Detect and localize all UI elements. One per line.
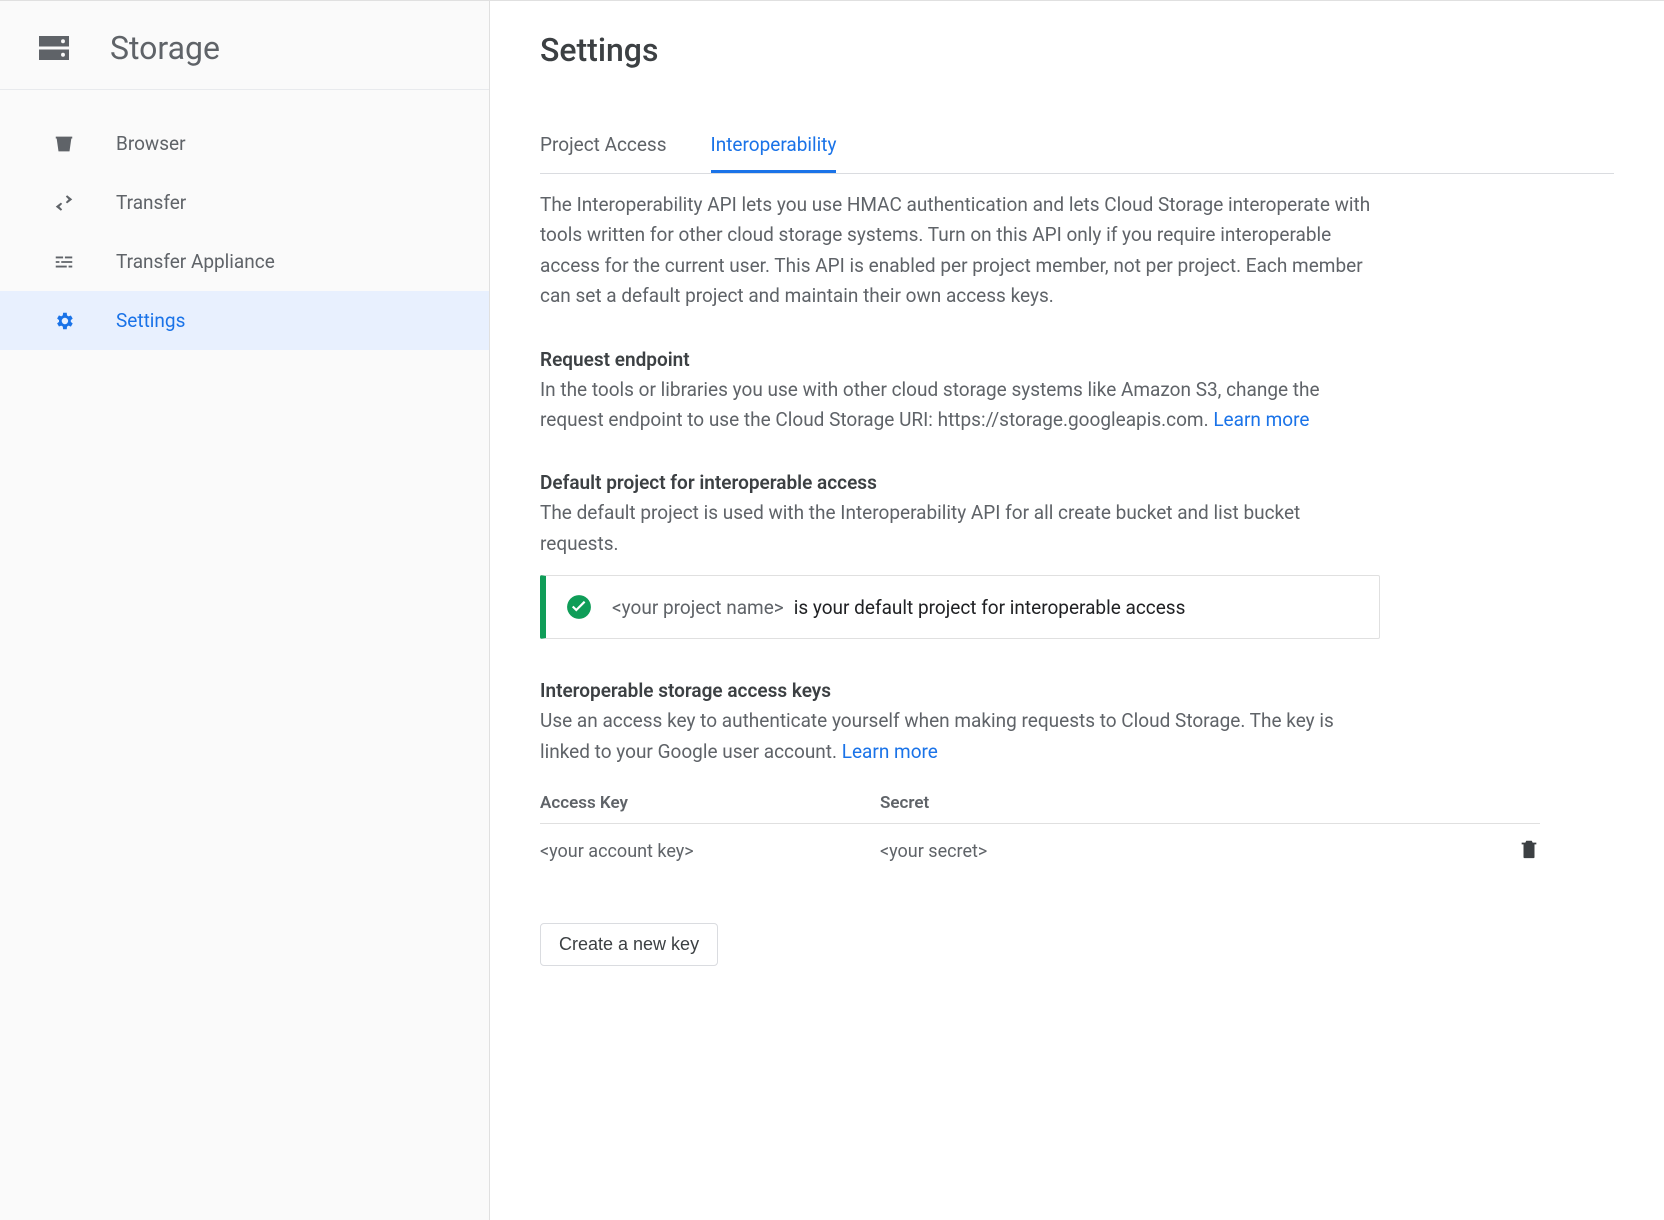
sliders-icon [50, 251, 78, 273]
column-actions [1490, 793, 1540, 813]
endpoint-learn-more-link[interactable]: Learn more [1213, 408, 1309, 431]
sidebar-item-label: Settings [116, 309, 459, 332]
info-message: is your default project for interoperabl… [794, 596, 1186, 619]
storage-icon [30, 30, 78, 66]
column-secret: Secret [880, 793, 1490, 813]
sidebar-header: Storage [0, 17, 489, 90]
sidebar: Storage Browser Transfer Transfer Applia… [0, 1, 490, 1220]
bucket-icon [50, 133, 78, 155]
sidebar-item-label: Transfer [116, 191, 459, 214]
check-circle-icon [566, 594, 592, 620]
endpoint-heading: Request endpoint [540, 348, 1614, 371]
create-key-button[interactable]: Create a new key [540, 923, 718, 966]
page-title: Settings [540, 31, 1614, 69]
default-project-body: The default project is used with the Int… [540, 498, 1380, 559]
sidebar-nav: Browser Transfer Transfer Appliance Sett… [0, 90, 489, 350]
cell-secret: <your secret> [880, 841, 1490, 862]
transfer-icon [50, 192, 78, 214]
gear-icon [50, 310, 78, 332]
access-keys-body: Use an access key to authenticate yourse… [540, 706, 1380, 767]
intro-text: The Interoperability API lets you use HM… [540, 190, 1380, 312]
endpoint-body-text: In the tools or libraries you use with o… [540, 378, 1320, 431]
delete-key-button[interactable] [1490, 838, 1540, 865]
default-project-info-box: <your project name> is your default proj… [540, 575, 1380, 639]
sidebar-item-label: Browser [116, 132, 459, 155]
table-header: Access Key Secret [540, 783, 1540, 824]
cell-access-key: <your account key> [540, 841, 880, 862]
sidebar-item-browser[interactable]: Browser [0, 114, 489, 173]
tab-interoperability[interactable]: Interoperability [711, 123, 837, 173]
trash-icon [1518, 838, 1540, 865]
table-row: <your account key> <your secret> [540, 824, 1540, 883]
sidebar-item-label: Transfer Appliance [116, 250, 459, 273]
access-keys-heading: Interoperable storage access keys [540, 679, 1614, 702]
sidebar-item-settings[interactable]: Settings [0, 291, 489, 350]
sidebar-title: Storage [110, 29, 220, 67]
info-project-name: <your project name> [612, 596, 784, 619]
column-access-key: Access Key [540, 793, 880, 813]
default-project-heading: Default project for interoperable access [540, 471, 1614, 494]
tab-project-access[interactable]: Project Access [540, 123, 667, 173]
access-keys-learn-more-link[interactable]: Learn more [842, 740, 938, 763]
tabs: Project Access Interoperability [540, 123, 1614, 174]
access-keys-table: Access Key Secret <your account key> <yo… [540, 783, 1540, 883]
main-content: Settings Project Access Interoperability… [490, 1, 1664, 1220]
sidebar-item-transfer-appliance[interactable]: Transfer Appliance [0, 232, 489, 291]
endpoint-body: In the tools or libraries you use with o… [540, 375, 1380, 436]
sidebar-item-transfer[interactable]: Transfer [0, 173, 489, 232]
